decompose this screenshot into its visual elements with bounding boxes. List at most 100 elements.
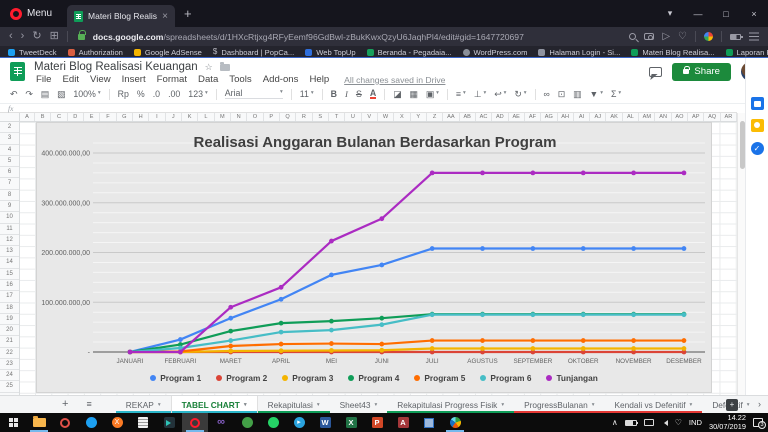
toolbar-more-formats[interactable]: 123▾ bbox=[188, 90, 207, 99]
toolbar-format-currency[interactable]: Rp bbox=[118, 90, 129, 99]
column-header-F[interactable]: F bbox=[100, 113, 116, 121]
column-header-S[interactable]: S bbox=[313, 113, 329, 121]
toolbar-borders[interactable]: ▦ bbox=[410, 90, 418, 99]
sheet-tab-tabel-chart[interactable]: TABEL CHART▾ bbox=[171, 396, 258, 413]
column-header-G[interactable]: G bbox=[117, 113, 133, 121]
toolbar-strikethrough[interactable]: S bbox=[356, 90, 362, 99]
sheet-tab-progressbulanan[interactable]: ProgressBulanan▾ bbox=[514, 396, 604, 413]
menu-insert[interactable]: Insert bbox=[122, 74, 146, 85]
save-status[interactable]: All changes saved in Drive bbox=[344, 75, 445, 85]
taskbar-twitter-icon[interactable] bbox=[78, 413, 104, 432]
toolbar-horizontal-align[interactable]: ≡▾ bbox=[456, 90, 466, 99]
toolbar-increase-decimals[interactable]: .00 bbox=[168, 90, 180, 99]
column-header-R[interactable]: R bbox=[296, 113, 312, 121]
scrollbar-thumb[interactable] bbox=[740, 121, 745, 169]
taskbar-excel-icon[interactable]: X bbox=[338, 413, 364, 432]
row-header-22[interactable]: 22 bbox=[0, 348, 19, 359]
toolbar-italic[interactable]: I bbox=[345, 90, 348, 99]
url-field[interactable]: docs.google.com/spreadsheets/d/1HXcRtjxg… bbox=[93, 32, 622, 42]
row-header-16[interactable]: 16 bbox=[0, 280, 19, 291]
tab-close-icon[interactable]: × bbox=[162, 11, 168, 22]
sheet-tab-menu-icon[interactable]: ▾ bbox=[158, 402, 161, 408]
bookmark-item[interactable]: Authorization bbox=[68, 48, 123, 57]
toolbar-bold[interactable]: B bbox=[331, 90, 337, 99]
column-header-AB[interactable]: AB bbox=[460, 113, 476, 121]
window-dropdown-icon[interactable]: ▾ bbox=[656, 8, 684, 19]
window-maximize-button[interactable]: □ bbox=[712, 9, 740, 19]
tune-icon[interactable] bbox=[749, 36, 759, 38]
lock-icon[interactable] bbox=[78, 34, 85, 40]
toolbar-insert-link[interactable]: ∞ bbox=[544, 90, 550, 99]
bookmark-item[interactable]: Halaman Login - Si... bbox=[538, 48, 620, 57]
bookmark-item[interactable]: TweetDeck bbox=[8, 48, 57, 57]
column-header-AE[interactable]: AE bbox=[509, 113, 525, 121]
battery-saver-icon[interactable] bbox=[730, 34, 741, 40]
column-header-X[interactable]: X bbox=[394, 113, 410, 121]
column-header-C[interactable]: C bbox=[51, 113, 67, 121]
tray-clock[interactable]: 14.22 30/07/2019 bbox=[709, 414, 746, 431]
menu-file[interactable]: File bbox=[36, 74, 51, 85]
embedded-chart[interactable]: 400.000.000,00300.000.000,00200.000.000,… bbox=[36, 122, 712, 393]
toolbar-text-wrap[interactable]: ↩▾ bbox=[494, 90, 506, 99]
sheet-tab-menu-icon[interactable]: ▾ bbox=[244, 402, 247, 408]
column-header-I[interactable]: I bbox=[149, 113, 165, 121]
document-title[interactable]: Materi Blog Realisasi Keuangan bbox=[34, 61, 198, 73]
sheet-tab-menu-icon[interactable]: ▾ bbox=[747, 402, 750, 408]
toolbar-insert-comment[interactable]: ⊡ bbox=[558, 90, 565, 99]
row-header-15[interactable]: 15 bbox=[0, 269, 19, 280]
legend-item[interactable]: Program 2 bbox=[216, 373, 267, 383]
sheet-tab-rekap[interactable]: REKAP▾ bbox=[116, 396, 171, 413]
toolbar-functions[interactable]: Σ▾ bbox=[611, 90, 621, 99]
select-all-corner[interactable] bbox=[0, 113, 20, 121]
send-icon[interactable]: ▷ bbox=[662, 32, 670, 42]
column-header-Z[interactable]: Z bbox=[427, 113, 443, 121]
taskbar-editor-app-icon[interactable] bbox=[156, 413, 182, 432]
column-header-O[interactable]: O bbox=[247, 113, 263, 121]
move-folder-icon[interactable] bbox=[220, 64, 230, 71]
row-header-23[interactable]: 23 bbox=[0, 359, 19, 370]
snapshot-icon[interactable] bbox=[644, 33, 654, 40]
window-close-button[interactable]: × bbox=[740, 9, 768, 19]
column-header-AJ[interactable]: AJ bbox=[590, 113, 606, 121]
menu-tools[interactable]: Tools bbox=[229, 74, 251, 85]
legend-item[interactable]: Program 1 bbox=[150, 373, 201, 383]
toolbar-format-percent[interactable]: % bbox=[137, 90, 145, 99]
taskbar-visual-studio-icon[interactable]: ∞ bbox=[208, 413, 234, 432]
speed-dial-icon[interactable]: ⊞ bbox=[50, 31, 59, 42]
legend-item[interactable]: Program 5 bbox=[414, 373, 465, 383]
browser-tab[interactable]: Materi Blog Realisasi Keuan × bbox=[67, 5, 175, 27]
taskbar-powerpoint-icon[interactable]: P bbox=[364, 413, 390, 432]
tray-heart-icon[interactable]: ♡ bbox=[675, 419, 682, 427]
column-header-AM[interactable]: AM bbox=[639, 113, 655, 121]
column-header-AD[interactable]: AD bbox=[492, 113, 508, 121]
column-header-W[interactable]: W bbox=[378, 113, 394, 121]
toolbar-filter[interactable]: ▼▾ bbox=[589, 90, 602, 99]
sheet-tab-menu-icon[interactable]: ▾ bbox=[317, 402, 320, 408]
row-header-3[interactable]: 3 bbox=[0, 133, 19, 144]
toolbar-font-size-select[interactable]: 11▾ bbox=[300, 90, 314, 99]
taskbar-green-circle-app-icon[interactable] bbox=[234, 413, 260, 432]
toolbar-undo[interactable]: ↶ bbox=[10, 90, 17, 99]
column-header-P[interactable]: P bbox=[264, 113, 280, 121]
column-header-M[interactable]: M bbox=[215, 113, 231, 121]
row-header-5[interactable]: 5 bbox=[0, 156, 19, 167]
toolbar-text-rotation[interactable]: ↻▾ bbox=[514, 90, 526, 99]
row-header-14[interactable]: 14 bbox=[0, 257, 19, 268]
explore-button[interactable]: + bbox=[726, 399, 738, 411]
column-header-K[interactable]: K bbox=[182, 113, 198, 121]
menu-help[interactable]: Help bbox=[309, 74, 329, 85]
keep-icon[interactable] bbox=[751, 119, 764, 132]
column-header-AO[interactable]: AO bbox=[672, 113, 688, 121]
column-header-N[interactable]: N bbox=[231, 113, 247, 121]
column-header-V[interactable]: V bbox=[362, 113, 378, 121]
column-header-AL[interactable]: AL bbox=[623, 113, 639, 121]
column-header-H[interactable]: H bbox=[133, 113, 149, 121]
toolbar-redo[interactable]: ↷ bbox=[25, 90, 32, 99]
column-header-AI[interactable]: AI bbox=[574, 113, 590, 121]
menu-format[interactable]: Format bbox=[157, 74, 187, 85]
column-header-A[interactable]: A bbox=[20, 113, 35, 121]
menu-edit[interactable]: Edit bbox=[62, 74, 79, 85]
forward-icon[interactable]: › bbox=[21, 31, 25, 42]
row-header-19[interactable]: 19 bbox=[0, 314, 19, 325]
row-header-10[interactable]: 10 bbox=[0, 212, 19, 223]
